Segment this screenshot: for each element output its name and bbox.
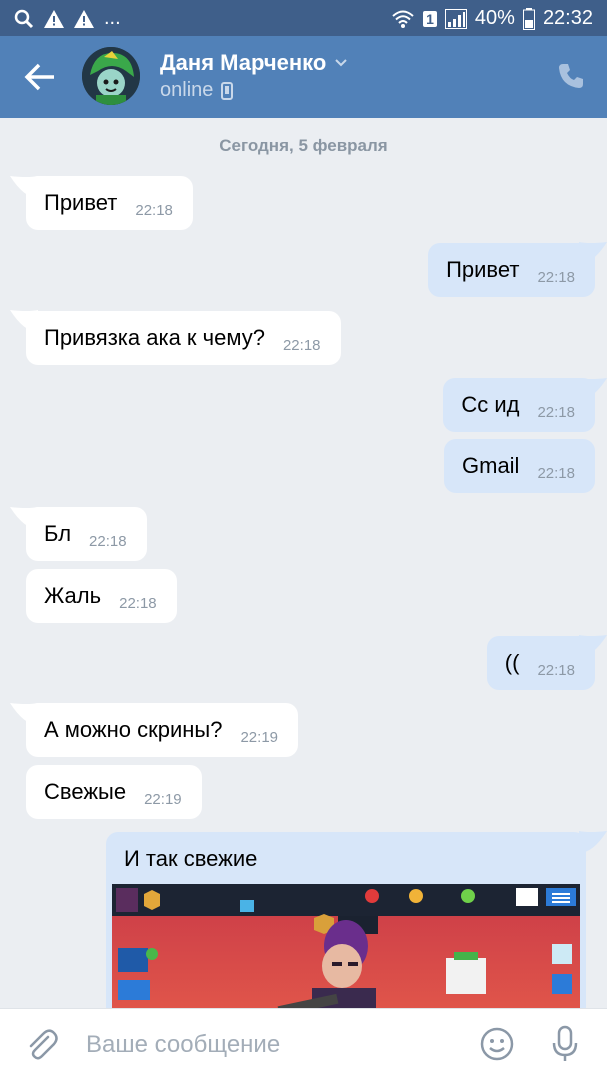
wifi-icon (392, 10, 414, 28)
back-button[interactable] (22, 60, 62, 94)
message-time: 22:18 (282, 336, 321, 354)
message-text: Привязка ака к чему? (44, 325, 265, 350)
message-outgoing-photo[interactable]: И так свежие (106, 832, 586, 1008)
attached-screenshot[interactable] (112, 884, 580, 1008)
message-text: Свежые (44, 779, 127, 804)
message-text: (( (504, 650, 520, 675)
message-outgoing[interactable]: (( 22:18 (486, 636, 595, 690)
chevron-down-icon (335, 59, 348, 67)
message-outgoing[interactable]: Сс ид 22:18 (443, 378, 595, 432)
message-time: 22:19 (240, 728, 279, 746)
attach-icon[interactable] (26, 1029, 58, 1063)
message-text: Сс ид (461, 392, 520, 417)
message-incoming[interactable]: Привязка ака к чему? 22:18 (26, 311, 341, 365)
message-incoming[interactable]: Жаль 22:18 (26, 569, 177, 623)
microphone-icon[interactable] (550, 1025, 580, 1063)
contact-status: online (160, 79, 234, 102)
online-status: online (160, 79, 214, 101)
search-icon (14, 9, 34, 28)
signal-icon (444, 8, 467, 29)
message-time: 22:18 (537, 661, 575, 679)
message-time: 22:19 (144, 790, 182, 808)
date-separator: Сегодня, 5 февраля (219, 136, 388, 155)
message-incoming[interactable]: А можно скрины? 22:19 (26, 703, 299, 757)
back-arrow-icon (24, 63, 54, 91)
message-outgoing[interactable]: Gmail 22:18 (444, 439, 595, 493)
message-composer: Ваше сообщение (0, 1008, 607, 1080)
message-text: Gmail (462, 453, 520, 478)
photo-caption: И так свежие (124, 846, 258, 871)
message-text: Бл (44, 521, 72, 546)
message-time: 22:18 (537, 403, 575, 421)
contact-name[interactable]: Даня Марченко (160, 50, 348, 76)
emoji-icon[interactable] (480, 1027, 514, 1061)
more-notifications: ... (104, 7, 121, 29)
message-text: Привет (44, 190, 118, 215)
message-outgoing[interactable]: Привет 22:18 (428, 243, 595, 297)
message-list[interactable]: Сегодня, 5 февраля Привет 22:18 Привет 2… (0, 118, 607, 1008)
game-screenshot (112, 884, 580, 1008)
avatar-image (82, 47, 140, 105)
phone-icon (559, 64, 583, 88)
message-incoming[interactable]: Бл 22:18 (26, 507, 147, 561)
warning-icon (44, 9, 64, 28)
message-incoming[interactable]: Свежые 22:19 (26, 765, 202, 819)
message-text: Жаль (44, 583, 102, 608)
message-text: Привет (446, 257, 520, 282)
avatar[interactable] (82, 47, 140, 105)
contact-name-text: Даня Марченко (160, 50, 327, 75)
message-incoming[interactable]: Привет 22:18 (26, 176, 193, 230)
status-bar: ... 1 40% 22:32 (0, 0, 607, 36)
message-time: 22:18 (89, 532, 127, 550)
warning-icon (74, 9, 94, 28)
message-text: А можно скрины? (44, 717, 223, 742)
chat-header: Даня Марченко online (0, 36, 607, 118)
message-time: 22:18 (537, 268, 575, 286)
clock: 22:32 (542, 7, 593, 29)
message-time: 22:18 (135, 201, 173, 219)
sim-indicator: 1 (423, 10, 437, 27)
battery-icon (522, 7, 535, 30)
message-input[interactable]: Ваше сообщение (86, 1031, 280, 1059)
battery-percent: 40% (474, 7, 515, 29)
call-button[interactable] (557, 62, 585, 90)
mobile-icon (221, 81, 234, 100)
message-time: 22:18 (119, 594, 157, 612)
message-time: 22:18 (537, 464, 575, 482)
